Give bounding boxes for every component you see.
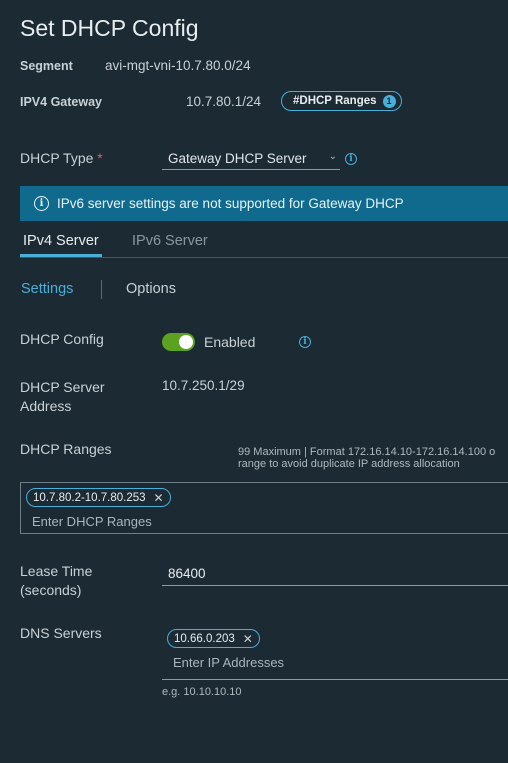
gateway-value: 10.7.80.1/24: [186, 94, 262, 109]
lease-time-label-line2: (seconds): [20, 582, 82, 598]
dhcp-config-toggle[interactable]: [162, 333, 195, 351]
dhcp-ranges-input[interactable]: Enter DHCP Ranges: [32, 514, 152, 529]
dns-server-chip-text: 10.66.0.203: [174, 632, 235, 645]
subtab-separator: [101, 280, 102, 299]
close-icon[interactable]: ✕: [243, 632, 253, 646]
dhcp-config-label: DHCP Config: [20, 331, 104, 347]
tabs-divider: [20, 257, 508, 258]
subtab-settings[interactable]: Settings: [21, 281, 73, 297]
toggle-knob: [179, 335, 193, 349]
dhcp-type-label: DHCP Type *: [20, 149, 103, 168]
dhcp-range-chip-text: 10.7.80.2-10.7.80.253: [33, 491, 146, 504]
segment-label: Segment: [20, 59, 73, 73]
info-banner: i IPv6 server settings are not supported…: [20, 186, 508, 221]
required-mark: *: [97, 150, 103, 166]
server-address-value: 10.7.250.1/29: [162, 378, 245, 393]
gateway-label: IPV4 Gateway: [20, 95, 102, 109]
dhcp-ranges-hint-line2: range to avoid duplicate IP address allo…: [238, 458, 460, 470]
dns-servers-input[interactable]: Enter IP Addresses: [173, 655, 284, 670]
dhcp-ranges-button[interactable]: #DHCP Ranges 1: [281, 91, 402, 111]
dhcp-type-label-text: DHCP Type: [20, 150, 94, 166]
dhcp-ranges-count-badge: 1: [382, 94, 396, 108]
server-address-label-line2: Address: [20, 398, 72, 414]
dns-servers-label: DNS Servers: [20, 625, 102, 641]
dhcp-type-select[interactable]: Gateway DHCP Server ⌄: [162, 148, 340, 170]
dhcp-ranges-hint-line1: 99 Maximum | Format 172.16.14.10-172.16.…: [238, 446, 496, 458]
dns-server-chip[interactable]: 10.66.0.203 ✕: [167, 629, 260, 648]
dns-servers-underline: [162, 679, 508, 680]
page-title: Set DHCP Config: [20, 15, 199, 41]
lease-time-input[interactable]: 86400: [168, 566, 206, 581]
dhcp-config-info-icon[interactable]: i: [299, 336, 311, 348]
dhcp-ranges-button-label: #DHCP Ranges: [293, 95, 377, 107]
segment-value: avi-mgt-vni-10.7.80.0/24: [105, 58, 251, 73]
server-address-label-line1: DHCP Server: [20, 379, 105, 395]
dns-example-hint: e.g. 10.10.10.10: [162, 686, 242, 698]
lease-time-label: Lease Time (seconds): [20, 562, 92, 600]
banner-info-icon: i: [34, 196, 49, 211]
chevron-down-icon: ⌄: [328, 151, 337, 162]
tab-ipv4-server[interactable]: IPv4 Server: [23, 233, 99, 249]
subtab-options[interactable]: Options: [126, 281, 176, 297]
dhcp-range-chip[interactable]: 10.7.80.2-10.7.80.253 ✕: [26, 488, 171, 507]
dhcp-ranges-label: DHCP Ranges: [20, 441, 112, 457]
active-tab-indicator: [20, 254, 102, 257]
close-icon[interactable]: ✕: [154, 491, 164, 505]
tab-ipv6-server[interactable]: IPv6 Server: [132, 233, 208, 249]
dhcp-config-toggle-label: Enabled: [204, 334, 256, 350]
lease-time-underline: [162, 585, 508, 586]
lease-time-label-line1: Lease Time: [20, 563, 93, 579]
server-address-label: DHCP Server Address: [20, 378, 105, 416]
dhcp-type-selected-value: Gateway DHCP Server: [168, 151, 307, 166]
info-icon[interactable]: i: [345, 153, 357, 165]
banner-text: IPv6 server settings are not supported f…: [57, 196, 404, 211]
